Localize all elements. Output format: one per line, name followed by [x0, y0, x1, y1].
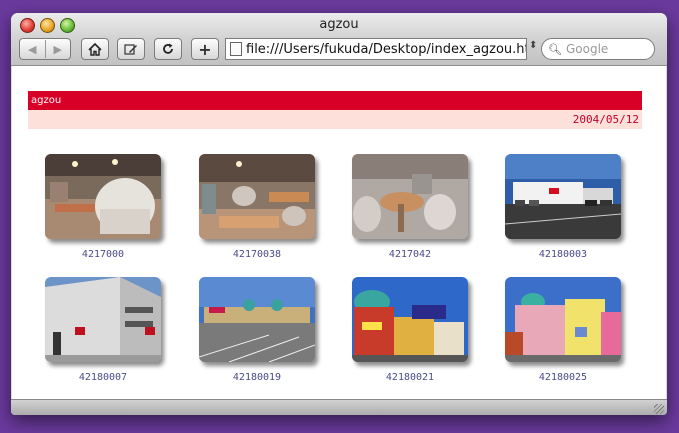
- back-forward-control: ◀ ▶: [19, 38, 71, 60]
- home-icon: [88, 42, 102, 56]
- photo-thumbnail[interactable]: [45, 277, 161, 362]
- photo-caption[interactable]: 42180007: [45, 372, 161, 383]
- photo-image: [505, 277, 621, 362]
- photo-image: [505, 154, 621, 239]
- forward-arrow-icon[interactable]: ▶: [46, 43, 71, 56]
- browser-window: agzou ◀ ▶ + file:///Users/fukuda/Desktop…: [11, 13, 667, 415]
- photo-thumbnail[interactable]: [352, 277, 468, 362]
- search-placeholder: Google: [565, 42, 609, 56]
- photo-image: [45, 154, 161, 239]
- photo-image: [45, 277, 161, 362]
- photo-caption[interactable]: 42170038: [199, 249, 315, 260]
- photo-thumbnail[interactable]: [505, 154, 621, 239]
- photo-image: [352, 154, 468, 239]
- edit-button[interactable]: [117, 38, 145, 60]
- status-bar: [11, 399, 667, 415]
- search-field[interactable]: 🔍︎ Google: [541, 38, 655, 60]
- photo-caption[interactable]: 4217042: [352, 249, 468, 260]
- address-dropdown-icon[interactable]: ⬍: [529, 40, 537, 51]
- search-icon[interactable]: 🔍︎: [548, 43, 562, 56]
- add-bookmark-button[interactable]: +: [191, 38, 219, 60]
- photo-thumbnail[interactable]: [352, 154, 468, 239]
- title-bar: agzou ◀ ▶ + file:///Users/fukuda/Desktop…: [11, 13, 667, 66]
- page-header: agzou: [28, 91, 642, 110]
- photo-thumbnail[interactable]: [199, 277, 315, 362]
- photo-image: [199, 154, 315, 239]
- photo-image: [352, 277, 468, 362]
- resize-grip-icon[interactable]: [654, 404, 664, 414]
- photo-caption[interactable]: 42180003: [505, 249, 621, 260]
- photo-image: [199, 277, 315, 362]
- photo-thumbnail[interactable]: [45, 154, 161, 239]
- home-button[interactable]: [81, 38, 109, 60]
- document-icon: [230, 42, 242, 56]
- photo-caption[interactable]: 42180019: [199, 372, 315, 383]
- photo-caption[interactable]: 42180021: [352, 372, 468, 383]
- reload-icon: [163, 43, 173, 54]
- page-date: 2004/05/12: [28, 110, 642, 129]
- address-url[interactable]: file:///Users/fukuda/Desktop/index_agzou…: [246, 42, 526, 57]
- back-arrow-icon[interactable]: ◀: [20, 43, 45, 56]
- photo-caption[interactable]: 42180025: [505, 372, 621, 383]
- reload-button[interactable]: [154, 38, 182, 60]
- pencil-icon: [124, 43, 137, 55]
- photo-caption[interactable]: 4217000: [45, 249, 161, 260]
- photo-thumbnail[interactable]: [505, 277, 621, 362]
- address-bar[interactable]: file:///Users/fukuda/Desktop/index_agzou…: [225, 38, 527, 60]
- photo-thumbnail[interactable]: [199, 154, 315, 239]
- page-content: agzou 2004/05/12 4217000 42170038 421704…: [12, 66, 666, 399]
- window-title: agzou: [319, 17, 359, 32]
